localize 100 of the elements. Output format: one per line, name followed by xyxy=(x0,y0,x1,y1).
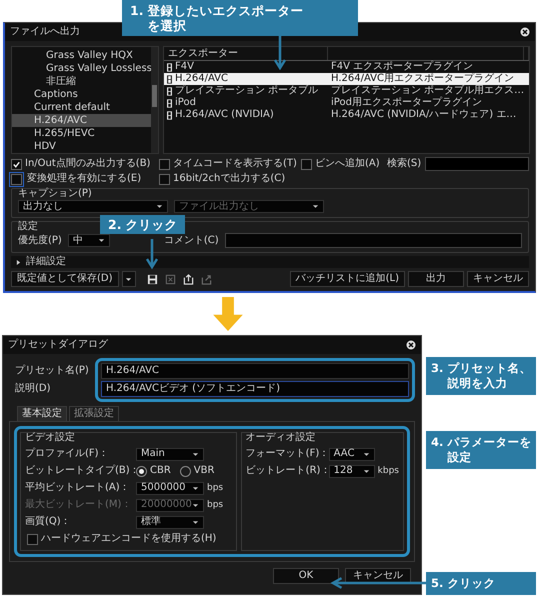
unit-label: bps xyxy=(207,500,224,510)
checkbox-label: ハードウェアエンコードを使用する(H) xyxy=(41,533,216,545)
table-cell-text: F4V エクスポータープラグイン xyxy=(331,61,474,73)
table-cell-text: プレイステーション ポータブル用エクス… xyxy=(331,85,526,96)
radio-button[interactable] xyxy=(180,466,191,476)
radio-label: VBR xyxy=(194,465,214,477)
unit-label: bps xyxy=(207,482,224,494)
callout-label: 2. クリック xyxy=(100,215,186,234)
film-icon xyxy=(167,74,172,84)
tab[interactable]: 基本設定 xyxy=(17,406,67,421)
field-label: ビットレート(R)： xyxy=(246,465,326,477)
checkbox[interactable] xyxy=(11,158,22,170)
dropdown-button[interactable] xyxy=(122,271,136,287)
field-label: 説明(D) xyxy=(15,383,51,395)
checkbox-label: 変換処理を有効にする(E) xyxy=(27,173,142,185)
field-label: コメント(C) xyxy=(164,234,219,246)
checkbox[interactable] xyxy=(27,534,38,544)
group-title: ビデオ設定 xyxy=(25,432,75,444)
dropdown[interactable]: 5000000 xyxy=(136,482,204,494)
film-icon xyxy=(167,98,172,108)
field-label: 平均ビットレート(A)： xyxy=(25,482,131,494)
table-cell: H.264/AVC (NVIDIA) xyxy=(175,109,274,121)
checkbox-label: ビンへ追加(A) xyxy=(315,158,380,170)
caret-icon xyxy=(98,238,105,243)
dropdown[interactable]: Main xyxy=(136,448,204,460)
film-icon xyxy=(167,86,172,96)
tab[interactable]: 拡張設定 xyxy=(69,406,119,421)
film-icon xyxy=(167,62,172,72)
group-title: オーディオ設定 xyxy=(246,432,316,444)
close-icon[interactable] xyxy=(406,340,416,350)
table-cell-text: H.264/AVC用エクスポータープラグイン xyxy=(331,73,516,84)
comment-field[interactable] xyxy=(224,233,522,248)
caret-icon xyxy=(192,502,199,508)
dropdown[interactable]: 標準 xyxy=(136,516,204,528)
tree-item[interactable]: Current default xyxy=(12,101,151,114)
table-row[interactable]: iPod iPod用エクスポータープラグイン xyxy=(164,97,529,109)
table-row[interactable]: H.264/AVC (NVIDIA) H.264/AVC (NVIDIA/ハードウェア) エ… xyxy=(164,109,529,121)
table-cell: iPod xyxy=(175,97,196,109)
unit-label: kbps xyxy=(378,466,399,476)
field-label: プロファイル(F)： xyxy=(25,448,110,460)
checkbox[interactable] xyxy=(159,158,170,170)
caret-icon xyxy=(192,486,199,490)
window-title: ファイルへ出力 xyxy=(10,26,80,38)
tree-item[interactable]: Grass Valley HQX xyxy=(12,49,151,62)
field-label: フォーマット(F)： xyxy=(246,448,326,460)
window-title: プリセットダイアログ xyxy=(8,339,108,351)
scrollbar[interactable] xyxy=(151,47,158,153)
table-row[interactable]: H.264/AVC H.264/AVC用エクスポータープラグイン xyxy=(164,73,529,85)
column-header[interactable]: エクスポーター xyxy=(164,47,328,60)
dialog-button[interactable]: 出力 xyxy=(408,271,464,287)
radio-label: CBR xyxy=(150,465,171,477)
checkbox[interactable] xyxy=(159,174,170,184)
caret-icon xyxy=(192,452,199,456)
dialog-button[interactable]: キャンセル xyxy=(467,271,529,287)
checkbox-label: タイムコードを表示する(T) xyxy=(173,158,297,170)
save-default-button[interactable]: 既定値として保存(D) xyxy=(11,271,119,287)
close-icon[interactable] xyxy=(520,27,530,37)
dropdown[interactable]: 128 xyxy=(328,464,375,478)
table-row[interactable]: プレイステーション ポータブル プレイステーション ポータブル用エクス… xyxy=(164,85,529,97)
caret-icon xyxy=(312,204,319,209)
dialog-button[interactable]: バッチリストに追加(L) xyxy=(290,271,405,287)
field-label: 最大ビットレート(M)： xyxy=(25,499,132,511)
callout-label: 1. 登録したいエクスポーター を選択 xyxy=(122,0,358,36)
caret-icon xyxy=(156,204,163,209)
table-cell: プレイステーション ポータブル xyxy=(175,85,318,97)
callout-label: 3. プリセット名、 説明を入力 xyxy=(426,357,536,395)
expander-bar[interactable]: 詳細設定 xyxy=(11,256,529,268)
film-icon xyxy=(167,110,172,120)
caret-icon xyxy=(192,520,199,524)
radio-button[interactable] xyxy=(136,466,147,476)
expand-icon xyxy=(16,260,21,264)
table-row[interactable]: F4V F4V エクスポータープラグイン xyxy=(164,61,529,73)
dropdown[interactable]: AAC xyxy=(328,448,375,460)
pointer-arrow xyxy=(274,36,286,70)
scrollbar-thumb[interactable] xyxy=(152,85,157,107)
checkbox-label: 16bit/2chで出力する(C) xyxy=(173,173,286,185)
field-label: 画質(Q)： xyxy=(25,516,72,528)
tree-item[interactable]: H.264/AVC xyxy=(12,114,151,127)
text-field[interactable]: H.264/AVC xyxy=(101,363,409,379)
dropdown[interactable]: 中 xyxy=(68,234,110,247)
save-icon[interactable] xyxy=(146,274,158,284)
text-field[interactable]: H.264/AVCビデオ (ソフトエンコード) xyxy=(101,381,409,397)
tree-item[interactable]: Captions xyxy=(12,88,151,101)
caret-icon xyxy=(362,468,370,474)
search-field[interactable] xyxy=(425,157,529,171)
checkbox[interactable] xyxy=(301,158,312,170)
caret-icon xyxy=(362,452,370,456)
table-cell-text: H.264/AVC (NVIDIA/ハードウェア) エ… xyxy=(331,109,518,121)
dropdown[interactable]: 出力なし xyxy=(18,200,168,213)
expander-label: 詳細設定 xyxy=(26,256,66,268)
table-cell: F4V xyxy=(175,61,194,73)
tree-item[interactable]: H.265/HEVC xyxy=(12,127,151,140)
import-icon[interactable] xyxy=(182,274,194,284)
tree-item[interactable]: HDV xyxy=(12,140,151,153)
table-cell-text: iPod用エクスポータープラグイン xyxy=(331,97,483,109)
tree-item[interactable]: Grass Valley Lossless xyxy=(12,62,151,75)
caret-icon xyxy=(125,276,132,282)
tree-item[interactable]: 非圧縮 xyxy=(12,75,151,88)
checkbox-label: In/Out点間のみ出力する(B) xyxy=(25,158,150,170)
dialog-button[interactable]: OK xyxy=(273,568,339,584)
